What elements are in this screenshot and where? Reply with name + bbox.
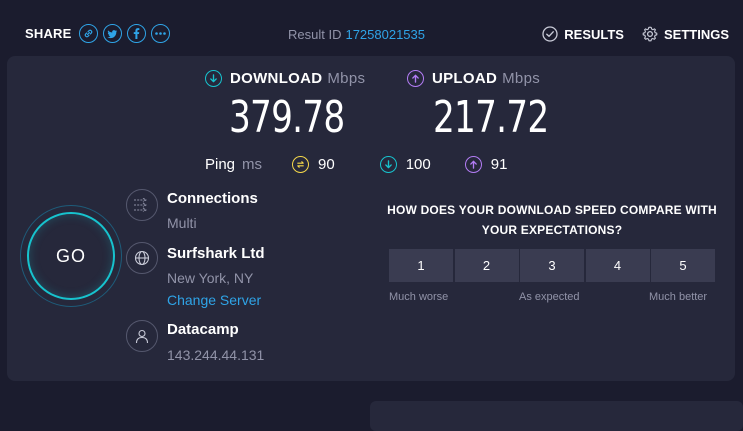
ping-download-value: 100	[405, 156, 431, 173]
result-id-link[interactable]: 17258021535	[345, 27, 425, 42]
upload-value: 217.72	[433, 92, 549, 143]
top-nav: RESULTS SETTINGS	[524, 26, 729, 42]
download-unit: Mbps	[327, 70, 366, 87]
result-id: Result ID 17258021535	[288, 27, 425, 42]
ping-upload-icon	[464, 156, 482, 173]
server-location: New York, NY	[167, 270, 254, 286]
compare-low-label: Much worse	[389, 291, 449, 303]
change-server-link[interactable]: Change Server	[167, 292, 261, 308]
gear-icon	[642, 26, 658, 42]
upload-header: UPLOAD Mbps	[407, 70, 587, 87]
connections-value: Multi	[167, 215, 197, 231]
upload-metric: UPLOAD Mbps 217.72	[407, 70, 587, 160]
download-value: 379.78	[229, 92, 345, 143]
compare-high-label: Much better	[649, 291, 708, 303]
compare-question: HOW DOES YOUR DOWNLOAD SPEED COMPARE WIT…	[387, 203, 717, 237]
share-label: SHARE	[25, 26, 72, 41]
compare-mid-label: As expected	[519, 291, 580, 303]
ping-idle-value: 90	[318, 156, 335, 173]
ping-idle-icon	[292, 156, 310, 173]
ping-upload-value: 91	[490, 156, 508, 173]
download-label: DOWNLOAD	[230, 70, 323, 87]
ping-idle: 90	[292, 156, 335, 173]
compare-option-1[interactable]: 1	[389, 249, 453, 282]
ping-upload: 91	[464, 156, 508, 173]
connections-title: Connections	[167, 190, 258, 207]
twitter-icon[interactable]	[102, 24, 122, 43]
upload-unit: Mbps	[502, 70, 541, 87]
go-button[interactable]: GO	[27, 212, 115, 300]
provider-name: Datacamp	[167, 321, 239, 338]
share-group: SHARE	[25, 24, 175, 43]
user-icon	[126, 320, 158, 352]
results-button[interactable]: RESULTS	[542, 26, 624, 42]
compare-option-3[interactable]: 3	[520, 249, 584, 282]
compare-option-4[interactable]: 4	[585, 249, 650, 282]
connections-icon[interactable]	[126, 189, 158, 221]
download-arrow-icon	[205, 70, 222, 87]
compare-option-5[interactable]: 5	[651, 249, 715, 282]
check-circle-icon	[542, 26, 558, 42]
link-icon[interactable]	[78, 24, 98, 43]
settings-button[interactable]: SETTINGS	[642, 26, 729, 42]
provider-ip: 143.244.44.131	[167, 347, 265, 363]
ping-label: Ping	[205, 156, 236, 173]
settings-label: SETTINGS	[663, 26, 729, 42]
facebook-icon[interactable]	[126, 24, 146, 43]
ping-unit: ms	[242, 156, 263, 173]
bottom-card	[370, 401, 743, 431]
results-label: RESULTS	[564, 26, 624, 42]
download-header: DOWNLOAD Mbps	[205, 70, 385, 87]
ping-row: Ping ms 90 100 91	[205, 156, 507, 173]
compare-options: 1 2 3 4 5	[389, 249, 715, 282]
result-id-label: Result ID	[288, 27, 342, 42]
compare-option-2[interactable]: 2	[454, 249, 519, 282]
ping-download-icon	[379, 156, 397, 173]
ping-download: 100	[379, 156, 431, 173]
server-name: Surfshark Ltd	[167, 245, 265, 262]
upload-label: UPLOAD	[432, 70, 498, 87]
more-icon[interactable]	[150, 24, 170, 43]
upload-arrow-icon	[407, 70, 424, 87]
results-panel: DOWNLOAD Mbps 379.78 UPLOAD Mbps 217.72 …	[7, 56, 735, 381]
download-metric: DOWNLOAD Mbps 379.78	[205, 70, 385, 160]
globe-icon	[126, 242, 158, 274]
